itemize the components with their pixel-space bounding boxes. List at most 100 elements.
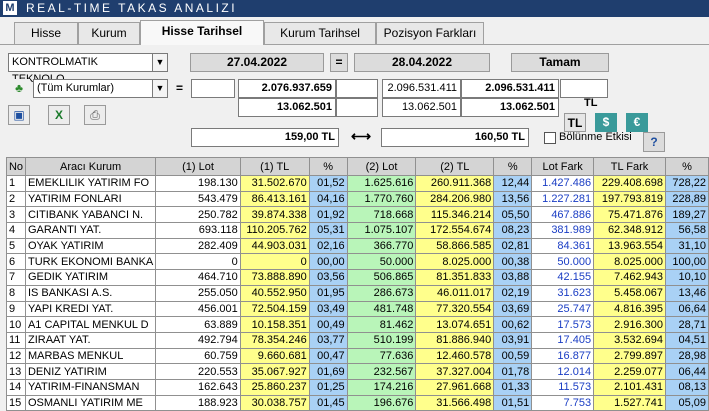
table-cell: 15: [6, 394, 26, 411]
date-from[interactable]: 27.04.2022: [190, 53, 324, 72]
table-cell: 718.668: [346, 206, 417, 224]
table-cell: ZIRAAT YAT.: [24, 331, 157, 349]
summary-blank-2[interactable]: [336, 79, 378, 98]
table-cell: 255.050: [155, 284, 241, 302]
table-cell: 28,71: [665, 316, 709, 333]
table-cell: 481.748: [346, 300, 417, 318]
date-equals: =: [330, 53, 348, 72]
table-cell: 14: [6, 378, 26, 396]
split-effect-checkbox[interactable]: [544, 132, 556, 144]
table-row[interactable]: 2 YATIRIM FONLARI 543.479 86.413.161 04,16 1.…: [6, 190, 709, 208]
table-cell: 31,10: [665, 237, 709, 255]
summary-blank-4[interactable]: [336, 98, 378, 117]
summary-value-1c: 2.096.531.411: [461, 79, 559, 98]
tab-kurum-tarihsel[interactable]: Kurum Tarihsel: [264, 22, 376, 44]
table-cell: 00,38: [493, 253, 533, 271]
col-pct-fark[interactable]: %: [665, 157, 709, 176]
table-cell: 16.877: [531, 347, 595, 365]
table-row[interactable]: 3 CITIBANK YABANCI N. 250.782 39.874.338 01,…: [6, 206, 709, 224]
table-cell: 693.118: [155, 222, 241, 239]
table-cell: 5: [6, 237, 26, 255]
currency-usd-button[interactable]: $: [595, 113, 617, 132]
stock-select[interactable]: KONTROLMATIK TEKNOLO: [8, 53, 153, 85]
save-icon[interactable]: ▣: [8, 105, 30, 125]
table-cell: 381.989: [531, 222, 595, 239]
table-cell: 1.427.486: [531, 175, 595, 192]
col-lot-2[interactable]: (2) Lot: [346, 157, 417, 176]
table-cell: 02,81: [493, 237, 533, 255]
table-cell: 11.573: [531, 378, 595, 396]
table-cell: 40.552.950: [239, 284, 310, 302]
table-row[interactable]: 11 ZIRAAT YAT. 492.794 78.354.246 03,77 510.1…: [6, 331, 709, 349]
table-cell: 01,92: [308, 206, 348, 224]
table-row[interactable]: 10 A1 CAPITAL MENKUL D 63.889 10.158.351 00,…: [6, 316, 709, 333]
table-cell: 05,31: [308, 222, 348, 239]
table-row[interactable]: 8 IS BANKASI A.S. 255.050 40.552.950 01,95 28…: [6, 284, 709, 302]
table-cell: 77.636: [346, 347, 417, 365]
tab-pozisyon-farklari[interactable]: Pozisyon Farkları: [376, 22, 484, 44]
table-cell: 12.460.578: [415, 347, 495, 365]
table-cell: 01,33: [493, 378, 533, 396]
stock-chevron-down-icon[interactable]: ▼: [152, 53, 168, 72]
table-cell: 31.623: [531, 284, 595, 302]
table-cell: TURK EKONOMI BANKA: [24, 253, 157, 271]
ok-button[interactable]: Tamam: [511, 53, 609, 72]
table-row[interactable]: 7 GEDIK YATIRIM 464.710 73.888.890 03,56 506.…: [6, 269, 709, 286]
col-pct-1[interactable]: %: [308, 157, 348, 176]
col-tl-fark[interactable]: TL Fark: [593, 157, 666, 176]
table-cell: 366.770: [346, 237, 417, 255]
currency-tl-button[interactable]: TL: [564, 113, 586, 132]
table-cell: 464.710: [155, 269, 241, 286]
table-cell: 2.916.300: [593, 316, 666, 333]
table-cell: YAPI KREDI YAT.: [24, 300, 157, 318]
table-cell: 12: [6, 347, 26, 365]
table-cell: GARANTI YAT.: [24, 222, 157, 239]
institution-chevron-down-icon[interactable]: ▼: [152, 79, 168, 98]
users-icon[interactable]: ♣: [8, 79, 30, 99]
table-cell: 162.643: [155, 378, 241, 396]
table-row[interactable]: 12 MARBAS MENKUL 60.759 9.660.681 00,47 77.63…: [6, 347, 709, 365]
table-cell: 12.014: [531, 363, 595, 380]
table-row[interactable]: 1 EMEKLILIK YATIRIM FO 198.130 31.502.670 01…: [6, 175, 709, 192]
table-cell: 31.566.498: [415, 394, 495, 411]
col-araci-kurum[interactable]: Aracı Kurum: [24, 157, 157, 176]
excel-icon[interactable]: X: [48, 105, 70, 125]
table-row[interactable]: 14 YATIRIM-FINANSMAN 162.643 25.860.237 01,2…: [6, 378, 709, 396]
table-cell: 12,44: [493, 175, 533, 192]
col-lot-1[interactable]: (1) Lot: [155, 157, 241, 176]
table-cell: 00,00: [308, 253, 348, 271]
table-cell: 08,23: [493, 222, 533, 239]
table-cell: 03,91: [493, 331, 533, 349]
institution-select[interactable]: (Tüm Kurumlar): [33, 79, 153, 98]
table-cell: A1 CAPITAL MENKUL D: [24, 316, 157, 333]
range-arrow-icon: ⟷: [351, 128, 372, 144]
help-icon[interactable]: ?: [643, 132, 665, 152]
print-icon[interactable]: ⎙: [84, 105, 106, 125]
summary-blank-1[interactable]: [191, 79, 235, 98]
date-to[interactable]: 28.04.2022: [354, 53, 490, 72]
table-row[interactable]: 13 DENIZ YATIRIM 220.553 35.067.927 01,69 232…: [6, 363, 709, 380]
tab-hisse[interactable]: Hisse: [14, 22, 78, 44]
table-row[interactable]: 6 TURK EKONOMI BANKA 0 0 00,00 50.000 8.025.00…: [6, 253, 709, 271]
table-cell: 04,16: [308, 190, 348, 208]
col-tl-1[interactable]: (1) TL: [239, 157, 310, 176]
col-lot-fark[interactable]: Lot Fark: [531, 157, 595, 176]
table-row[interactable]: 4 GARANTI YAT. 693.118 110.205.762 05,31 1.07…: [6, 222, 709, 239]
table-cell: 5.458.067: [593, 284, 666, 302]
summary-value-1b: 2.096.531.411: [382, 79, 461, 98]
table-cell: 13.074.651: [415, 316, 495, 333]
tab-hisse-tarihsel[interactable]: Hisse Tarihsel: [140, 20, 264, 45]
summary-blank-3[interactable]: [560, 79, 608, 98]
table-cell: 467.886: [531, 206, 595, 224]
table-row[interactable]: 5 OYAK YATIRIM 282.409 44.903.031 02,16 366.7…: [6, 237, 709, 255]
currency-eur-button[interactable]: €: [626, 113, 648, 132]
table-cell: 1.227.281: [531, 190, 595, 208]
col-tl-2[interactable]: (2) TL: [415, 157, 495, 176]
table-cell: 3.532.694: [593, 331, 666, 349]
table-cell: 01,95: [308, 284, 348, 302]
tab-kurum[interactable]: Kurum: [78, 22, 140, 44]
table-row[interactable]: 15 OSMANLI YATIRIM ME 188.923 30.038.757 01,…: [6, 394, 709, 411]
col-no[interactable]: No: [6, 157, 26, 176]
table-row[interactable]: 9 YAPI KREDI YAT. 456.001 72.504.159 03,49 48…: [6, 300, 709, 318]
col-pct-2[interactable]: %: [493, 157, 533, 176]
